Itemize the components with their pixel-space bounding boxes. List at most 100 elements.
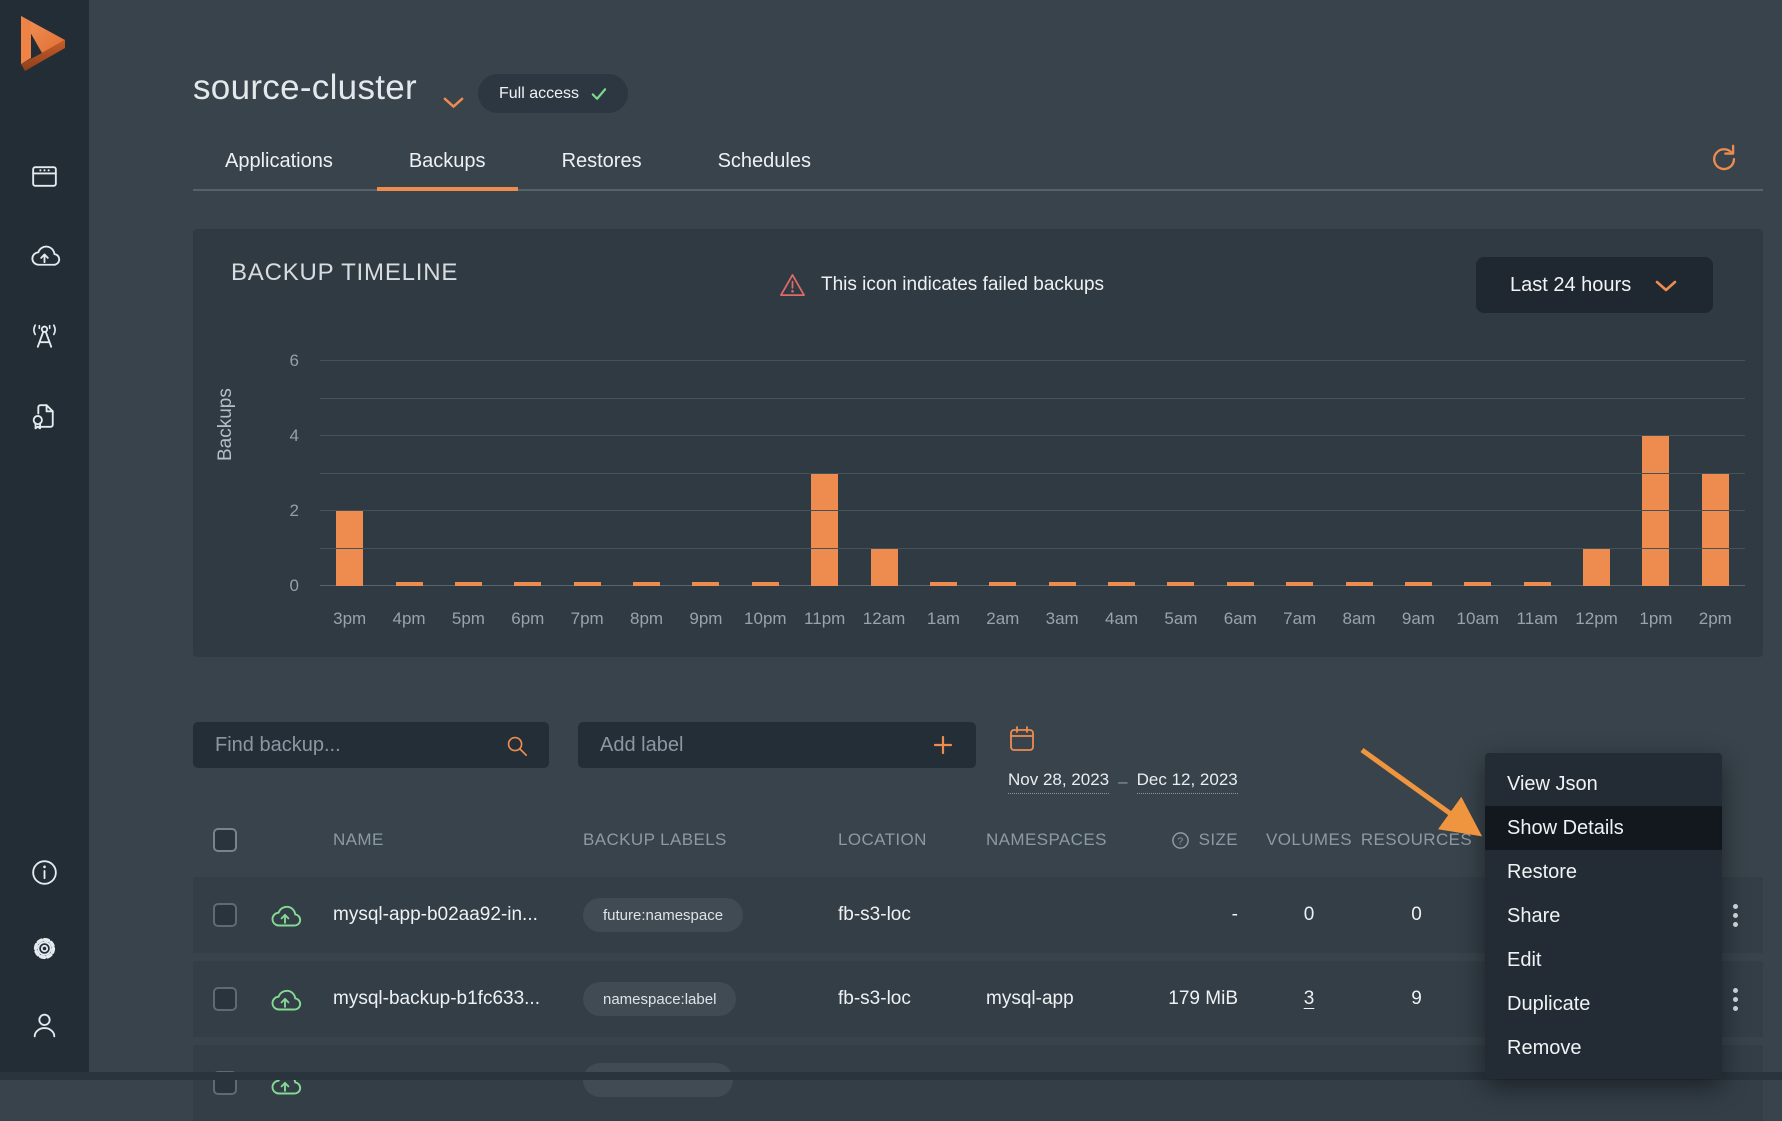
cluster-dropdown-chevron-icon[interactable] — [441, 95, 466, 111]
chart-gridline — [320, 510, 1745, 511]
chart-bar — [1108, 582, 1135, 586]
chart-bar-slot — [854, 361, 913, 586]
chart-bar-slot — [973, 361, 1032, 586]
chart-x-tick-label: 4pm — [379, 609, 438, 629]
backup-label-pill: namespace:label — [583, 982, 736, 1016]
license-document-icon[interactable] — [28, 400, 61, 433]
find-backup-input[interactable] — [193, 734, 503, 757]
calendar-icon[interactable] — [1008, 724, 1036, 756]
sidebar-nav — [0, 160, 89, 433]
menu-item-restore[interactable]: Restore — [1485, 850, 1722, 894]
chart-x-tick-label: 1am — [914, 609, 973, 629]
access-badge: Full access — [478, 74, 628, 113]
chart-bar-slot — [1270, 361, 1329, 586]
chart-x-tick-label: 7am — [1270, 609, 1329, 629]
tab-schedules[interactable]: Schedules — [686, 138, 843, 189]
chart-bar — [1346, 582, 1373, 586]
chart-bar-slot — [914, 361, 973, 586]
chart-x-tick-label: 7pm — [558, 609, 617, 629]
menu-item-edit[interactable]: Edit — [1485, 938, 1722, 982]
chart-bars — [320, 361, 1745, 586]
table-header-col-labels: BACKUP LABELS — [583, 830, 838, 850]
chart-bar-slot — [1092, 361, 1151, 586]
chart-bar — [1167, 582, 1194, 586]
tab-bar: ApplicationsBackupsRestoresSchedules — [193, 138, 1763, 191]
chart-bar-slot — [320, 361, 379, 586]
chart-bar — [574, 582, 601, 586]
user-icon[interactable] — [28, 1008, 61, 1041]
chart-x-tick-label: 5am — [1151, 609, 1210, 629]
row-checkbox[interactable] — [213, 987, 237, 1011]
chart-bar — [989, 582, 1016, 586]
applications-window-icon[interactable] — [28, 160, 61, 193]
chart-x-tick-labels: 3pm4pm5pm6pm7pm8pm9pm10pm11pm12am1am2am3… — [320, 609, 1745, 629]
question-circle-icon: ? — [1171, 831, 1190, 850]
portworx-logo[interactable] — [17, 14, 69, 74]
tab-restores[interactable]: Restores — [530, 138, 674, 189]
chart-bar-slot — [736, 361, 795, 586]
chevron-down-icon — [1653, 278, 1679, 293]
cloud-backup-status-icon — [268, 984, 302, 1014]
chart-gridline — [320, 473, 1745, 474]
backup-resources: 9 — [1354, 988, 1479, 1010]
select-all-checkbox[interactable] — [213, 828, 237, 852]
broadcast-tower-icon[interactable] — [28, 320, 61, 353]
table-header-col-size: ?SIZE — [1134, 830, 1264, 850]
time-range-selector[interactable]: Last 24 hours — [1476, 257, 1713, 313]
chart-bar-slot — [1508, 361, 1567, 586]
chart-bar — [514, 582, 541, 586]
date-from[interactable]: Nov 28, 2023 — [1008, 770, 1109, 794]
tab-backups[interactable]: Backups — [377, 138, 518, 189]
date-range: Nov 28, 2023 – Dec 12, 2023 — [1008, 770, 1238, 794]
date-to[interactable]: Dec 12, 2023 — [1137, 770, 1238, 794]
chart-bar-slot — [1211, 361, 1270, 586]
backup-resources: 0 — [1354, 904, 1479, 926]
backup-size: 179 MiB — [1134, 988, 1264, 1010]
cloud-backup-icon[interactable] — [28, 240, 61, 273]
menu-item-share[interactable]: Share — [1485, 894, 1722, 938]
chart-bar-slot — [795, 361, 854, 586]
refresh-icon[interactable] — [1706, 140, 1740, 174]
chart-bar — [692, 582, 719, 586]
chart-x-tick-label: 3pm — [320, 609, 379, 629]
menu-item-remove[interactable]: Remove — [1485, 1026, 1722, 1070]
chart-bar-slot — [1686, 361, 1745, 586]
menu-item-duplicate[interactable]: Duplicate — [1485, 982, 1722, 1026]
chart-x-tick-label: 10am — [1448, 609, 1507, 629]
backup-size: - — [1134, 904, 1264, 926]
chart-x-tick-label: 2pm — [1686, 609, 1745, 629]
plus-icon[interactable] — [930, 732, 956, 758]
chart-bar — [336, 511, 363, 586]
chart-x-tick-label: 8am — [1329, 609, 1388, 629]
menu-item-show-details[interactable]: Show Details — [1485, 806, 1722, 850]
info-icon[interactable] — [28, 856, 61, 889]
chart-x-tick-label: 8pm — [617, 609, 676, 629]
chart-x-tick-label: 6am — [1211, 609, 1270, 629]
chart-bar-slot — [1567, 361, 1626, 586]
chart-bar — [1286, 582, 1313, 586]
row-checkbox[interactable] — [213, 903, 237, 927]
backup-dashboard: { "colors": { "accent_orange": "#ee8c50"… — [0, 0, 1782, 1080]
sidebar — [0, 0, 89, 1080]
settings-gear-icon[interactable] — [28, 932, 61, 965]
table-header-col-volumes: VOLUMES — [1264, 830, 1354, 850]
table-header-col-location: LOCATION — [838, 830, 986, 850]
backup-timeline-panel: BACKUP TIMELINE This icon indicates fail… — [193, 229, 1763, 657]
cloud-backup-status-icon — [268, 900, 302, 930]
chart-bar — [1642, 436, 1669, 586]
menu-item-view-json[interactable]: View Json — [1485, 762, 1722, 806]
svg-text:?: ? — [1177, 836, 1183, 847]
backup-label-cell — [583, 1063, 838, 1103]
backup-volumes[interactable]: 3 — [1264, 988, 1354, 1010]
chart-bar — [1227, 582, 1254, 586]
check-icon — [590, 86, 607, 101]
chart-bar — [455, 582, 482, 586]
tab-applications[interactable]: Applications — [193, 138, 365, 189]
chart-bar-slot — [379, 361, 438, 586]
chart-bar — [871, 549, 898, 587]
backup-label-cell: namespace:label — [583, 982, 838, 1016]
chart-y-axis-label: Backups — [215, 388, 237, 461]
chart-gridline — [320, 435, 1745, 436]
add-label-input[interactable] — [578, 734, 930, 757]
add-label-field — [578, 722, 976, 768]
